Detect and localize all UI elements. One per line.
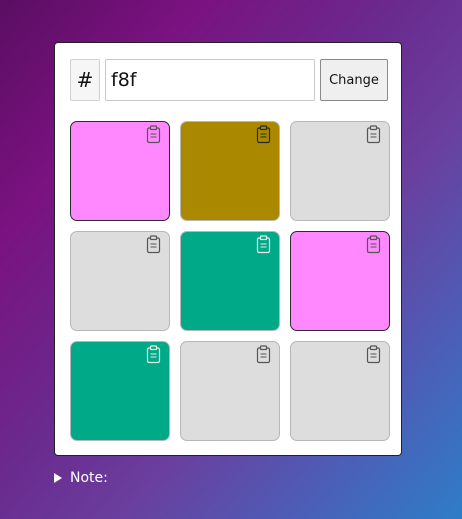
hash-prefix: # <box>70 59 100 101</box>
note-disclosure[interactable]: Note: <box>54 470 108 486</box>
color-swatch[interactable] <box>70 341 170 441</box>
triangle-right-icon <box>54 473 62 483</box>
clipboard-icon[interactable] <box>256 235 272 254</box>
clipboard-icon[interactable] <box>146 125 162 144</box>
color-swatch[interactable] <box>70 231 170 331</box>
color-swatch[interactable] <box>180 121 280 221</box>
note-label: Note: <box>70 470 108 486</box>
clipboard-icon[interactable] <box>256 345 272 364</box>
clipboard-icon[interactable] <box>366 345 382 364</box>
color-swatch[interactable] <box>180 341 280 441</box>
color-swatch[interactable] <box>180 231 280 331</box>
color-swatch[interactable] <box>290 121 390 221</box>
color-picker-card: # Change <box>54 42 402 456</box>
clipboard-icon[interactable] <box>146 235 162 254</box>
color-swatch[interactable] <box>290 341 390 441</box>
clipboard-icon[interactable] <box>146 345 162 364</box>
swatch-grid <box>70 121 390 441</box>
clipboard-icon[interactable] <box>366 235 382 254</box>
color-swatch[interactable] <box>70 121 170 221</box>
clipboard-icon[interactable] <box>256 125 272 144</box>
clipboard-icon[interactable] <box>366 125 382 144</box>
change-button[interactable]: Change <box>320 59 388 101</box>
color-swatch[interactable] <box>290 231 390 331</box>
hex-color-input[interactable] <box>105 59 315 101</box>
